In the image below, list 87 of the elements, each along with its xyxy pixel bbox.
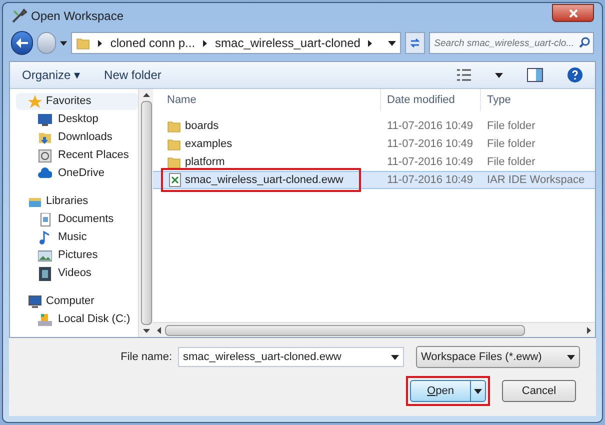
recent-places-icon [38,148,52,162]
address-bar[interactable]: cloned conn p... smac_wireless_uart-cloned [71,32,402,54]
file-name: examples [185,136,232,152]
file-row[interactable]: platform 11-07-2016 10:49 File folder [153,153,595,171]
scroll-right-icon [587,326,591,334]
column-header[interactable]: Date modified [381,89,481,111]
picture-icon [38,248,52,262]
date-cell-text: 11-07-2016 10:49 [386,136,474,152]
chevron-icon [203,40,208,46]
scroll-left-icon [157,326,161,334]
sidebar-group[interactable]: Libraries [16,193,138,210]
dropdown-caret-icon [391,355,399,360]
star-icon [28,94,42,108]
refresh-icon [409,37,422,49]
refresh-button[interactable] [405,32,426,54]
sidebar-item[interactable]: Downloads [16,129,138,146]
file-row[interactable]: smac_wireless_uart-cloned.eww 11-07-2016 10:49 IAR IDE Workspace [153,171,595,189]
type-cell-text: File folder [486,118,536,134]
caret-icon [567,354,575,360]
chevron-icon [368,40,372,46]
date-cell-text: 11-07-2016 10:49 [386,172,474,188]
help-icon[interactable] [567,67,583,83]
view-caret-icon [495,72,503,78]
preview-pane-icon[interactable] [527,68,543,82]
horizontal-scrollbar[interactable] [153,322,595,337]
new-folder-button[interactable]: New folder [104,66,162,84]
file-row[interactable]: boards 11-07-2016 10:49 File folder [153,117,595,135]
music-note-icon [38,230,52,244]
cancel-button[interactable]: Cancel [502,380,576,402]
scroll-up-icon [142,93,150,97]
search-field[interactable]: Search smac_wireless_uart-clo... [429,32,594,54]
organize-menu[interactable]: Organize ▾ [22,66,80,84]
close-button[interactable] [552,4,594,22]
folder-icon [167,156,181,168]
sidebar-item[interactable]: Local Disk (C:) [16,311,138,328]
document-icon [38,212,52,226]
type-cell-text: File folder [486,154,536,170]
scroll-thumb[interactable] [165,324,525,336]
workspace-file-icon [169,173,181,187]
column-header[interactable]: Type [481,89,595,111]
file-name: smac_wireless_uart-cloned.eww [185,172,344,188]
file-name-label: File name: [120,350,172,365]
film-icon [38,266,52,280]
sidebar-group[interactable]: Favorites [16,93,138,110]
file-row[interactable]: examples 11-07-2016 10:49 File folder [153,135,595,153]
dropdown-caret-icon [388,40,396,46]
sidebar-item[interactable]: Videos [16,265,138,282]
scroll-down-icon [142,329,150,333]
caret-icon [474,388,482,394]
cloud-icon [38,166,52,180]
drive-icon [38,312,52,326]
folder-icon [167,120,181,132]
type-cell-text: IAR IDE Workspace [486,172,585,188]
sidebar-item[interactable]: Documents [16,211,138,228]
open-split-button[interactable]: Open [410,380,486,402]
folder-icon [167,138,181,150]
vertical-scrollbar[interactable] [138,89,153,337]
folder-icon [76,36,90,50]
view-list-icon[interactable] [457,69,471,81]
history-caret-icon [60,40,68,46]
file-name-field[interactable]: smac_wireless_uart-cloned.eww [178,347,404,367]
scroll-thumb[interactable] [140,101,152,325]
file-name: boards [185,118,219,134]
sidebar-item[interactable]: Music [16,229,138,246]
search-icon [579,37,590,48]
date-cell-text: 11-07-2016 10:49 [386,118,474,134]
column-header[interactable]: Name [153,89,381,111]
sidebar-group[interactable]: Computer [16,293,138,310]
tools-icon [11,8,27,24]
file-type-dropdown[interactable]: Workspace Files (*.eww) [416,346,580,368]
back-arrow-icon [16,38,28,48]
date-cell-text: 11-07-2016 10:49 [386,154,474,170]
back-button[interactable] [11,31,32,55]
type-cell-text: File folder [486,136,536,152]
computer-icon [28,294,42,308]
file-name: platform [185,154,225,170]
breadcrumb[interactable]: cloned conn p... [110,34,196,52]
sidebar-item[interactable]: OneDrive [16,165,138,182]
close-icon [568,8,578,18]
sidebar-item[interactable]: Pictures [16,247,138,264]
sidebar-item[interactable]: Recent Places [16,147,138,164]
sidebar-item[interactable]: Desktop [16,111,138,128]
monitor-icon [38,112,52,126]
folder-icon [38,130,52,144]
window-title: Open Workspace [31,8,124,25]
breadcrumb[interactable]: smac_wireless_uart-cloned [215,34,360,52]
chevron-icon [98,40,102,46]
